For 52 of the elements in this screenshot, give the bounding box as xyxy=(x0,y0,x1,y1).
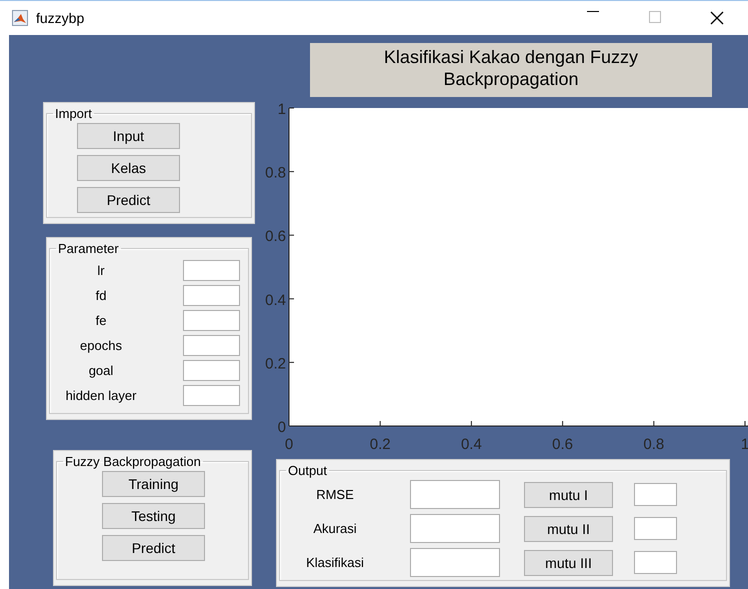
panel-button[interactable]: Testing xyxy=(102,503,205,529)
count-field[interactable] xyxy=(634,517,677,540)
minimize-icon[interactable] xyxy=(587,11,599,13)
input-field[interactable] xyxy=(183,310,240,331)
field-label: RMSE xyxy=(316,487,354,502)
input-field[interactable] xyxy=(183,360,240,381)
tick-label: 0.8 xyxy=(265,164,286,182)
output-field[interactable] xyxy=(410,480,500,509)
panel-title: Fuzzy Backpropagation xyxy=(64,454,202,469)
class-button[interactable]: mutu I xyxy=(524,482,613,508)
panel-title: Import xyxy=(54,106,93,121)
class-button[interactable]: mutu II xyxy=(524,516,613,542)
heading: Klasifikasi Kakao dengan Fuzzy Backpropagation xyxy=(310,43,712,97)
panel-button[interactable]: Training xyxy=(102,471,205,497)
field-label: fe xyxy=(96,313,106,328)
field-label: goal xyxy=(88,363,114,378)
input-field[interactable] xyxy=(183,385,240,406)
field-label: fd xyxy=(96,288,106,303)
panel-button[interactable]: Predict xyxy=(77,187,180,213)
tick-label: 0.4 xyxy=(265,292,286,309)
panel-button[interactable]: Kelas xyxy=(77,155,180,181)
count-field[interactable] xyxy=(634,483,677,506)
count-field[interactable] xyxy=(634,551,677,574)
input-field[interactable] xyxy=(183,335,240,356)
input-field[interactable] xyxy=(183,285,240,306)
tick-label: 0.2 xyxy=(370,436,391,453)
tick-label: 0 xyxy=(284,436,294,453)
tick-label: 0 xyxy=(278,419,286,436)
close-icon[interactable] xyxy=(710,11,724,25)
output-field[interactable] xyxy=(410,514,500,543)
field-label: epochs xyxy=(80,338,122,353)
tick-label: 1 xyxy=(278,101,286,118)
field-label: Klasifikasi xyxy=(306,555,364,570)
tick-label: 0.6 xyxy=(265,228,286,246)
panel-title: Output xyxy=(287,463,328,478)
tick-label: 0.2 xyxy=(265,355,286,372)
field-label: lr xyxy=(97,263,105,278)
panel-button[interactable]: Input xyxy=(77,123,180,149)
tick-label: 0.8 xyxy=(643,436,664,453)
app-icon xyxy=(12,10,28,26)
field-label: hidden layer xyxy=(66,388,136,403)
output-field[interactable] xyxy=(410,548,500,577)
maximize-icon[interactable] xyxy=(649,11,661,23)
window-title: fuzzybp xyxy=(36,10,84,26)
class-button[interactable]: mutu III xyxy=(524,550,613,576)
panel-title: Parameter xyxy=(57,241,120,256)
tick-label: 1 xyxy=(740,436,748,453)
field-label: Akurasi xyxy=(313,521,357,536)
tick-label: 0.6 xyxy=(552,436,574,453)
tick-label: 0.4 xyxy=(460,436,482,453)
panel-button[interactable]: Predict xyxy=(102,535,205,561)
input-field[interactable] xyxy=(183,260,240,281)
